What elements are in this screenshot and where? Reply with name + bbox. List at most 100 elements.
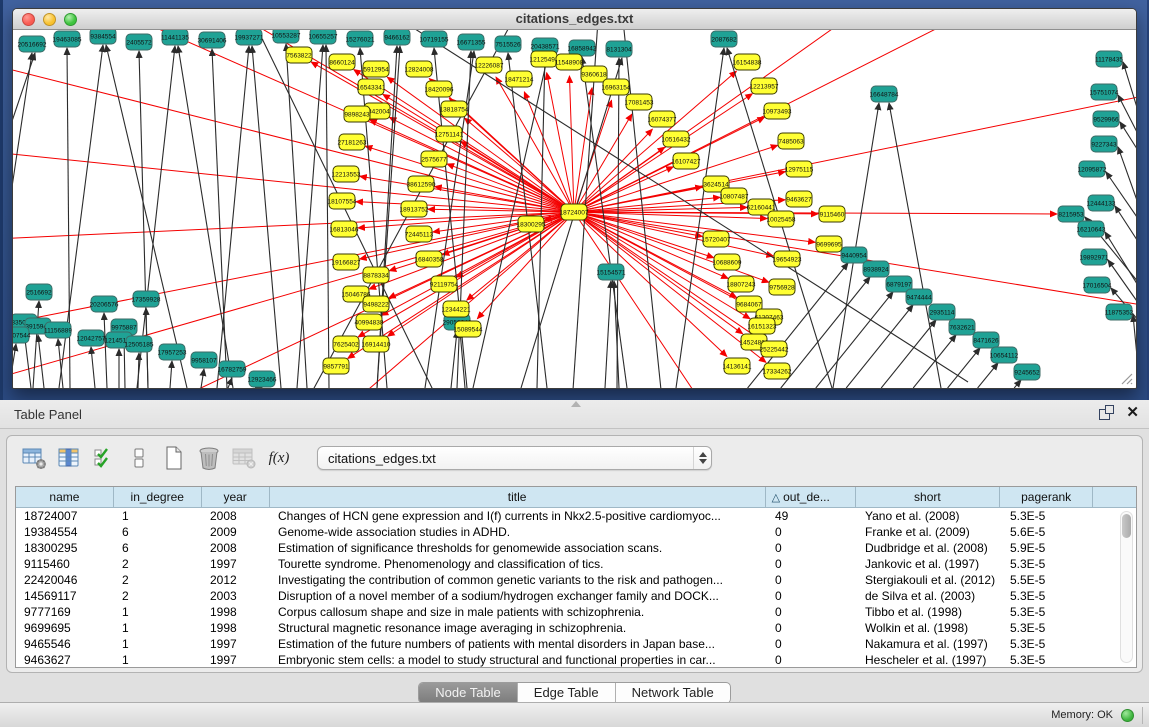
black-citation-edge[interactable] [13,344,16,388]
column-header-year[interactable]: year [202,487,270,507]
black-citation-edge[interactable] [948,348,980,388]
delete-column-icon[interactable] [196,445,222,471]
black-citation-edge[interactable] [1014,380,1021,388]
node-label: 18807243 [727,282,756,289]
panel-drag-handle[interactable] [571,401,581,407]
black-citation-edge[interactable] [617,58,619,388]
tab-edge-table[interactable]: Edge Table [518,683,616,703]
table-row[interactable]: 1872400712008Changes of HCN gene express… [16,508,1136,524]
black-citation-edge[interactable] [201,369,204,388]
table-header-row[interactable]: namein_degreeyeartitle△out_de...shortpag… [16,487,1136,508]
black-citation-edge[interactable] [217,46,249,388]
column-visibility-icon[interactable] [56,445,82,471]
column-header-pagerank[interactable]: pagerank [1000,487,1093,507]
close-panel-icon[interactable]: ✕ [1126,405,1139,420]
red-citation-edge[interactable] [574,167,673,212]
new-column-icon[interactable] [161,445,187,471]
window-title: citations_edges.txt [13,9,1136,29]
node-label: 9975887 [111,325,137,332]
node-label: 19892971 [1080,255,1109,262]
node-label: 12213957 [750,84,779,91]
black-citation-edge[interactable] [881,320,936,388]
column-header-short[interactable]: short [856,487,1001,507]
table-row[interactable]: 946554611997Estimation of the future num… [16,636,1136,652]
black-citation-edge[interactable] [286,44,307,388]
table-selector-dropdown[interactable]: citations_edges.txt [317,446,712,470]
zoom-window-button[interactable] [64,13,77,26]
tab-node-table[interactable]: Node Table [419,683,518,703]
table-cell: 2 [114,556,202,572]
table-cell: 5.3E-5 [1002,604,1095,620]
column-header-out_de[interactable]: △out_de... [766,487,856,507]
black-citation-edge[interactable] [1123,62,1136,114]
node-table[interactable]: namein_degreeyeartitle△out_de...shortpag… [15,486,1137,668]
table-row[interactable]: 969969511998Structural magnetic resonanc… [16,620,1136,636]
black-citation-edge[interactable] [1133,315,1136,377]
black-citation-edge[interactable] [1118,95,1136,136]
scrollbar-thumb[interactable] [1122,514,1131,538]
minimize-window-button[interactable] [43,13,56,26]
table-row[interactable]: 1938455462009Genome-wide association stu… [16,524,1136,540]
node-label: 10654112 [990,353,1019,360]
black-citation-edge[interactable] [170,361,172,388]
black-citation-edge[interactable] [816,292,893,388]
red-citation-edge[interactable] [354,70,574,212]
black-citation-edge[interactable] [978,363,998,388]
row-select-icon[interactable] [91,445,117,471]
black-citation-edge[interactable] [1118,147,1136,206]
table-panel-header[interactable]: Table Panel ✕ [0,400,1149,429]
table-cell: 1997 [202,636,270,652]
black-citation-edge[interactable] [91,347,95,388]
panel-split-icon[interactable] [126,445,152,471]
table-row[interactable]: 977716911998Corpus callosum shape and si… [16,604,1136,620]
node-label: 9529966 [1093,117,1119,124]
table-row[interactable]: 1830029562008Estimation of significance … [16,540,1136,556]
black-citation-edge[interactable] [676,48,724,388]
tab-network-table[interactable]: Network Table [616,683,730,703]
table-row[interactable]: 946362711997Embryonic stem cells: a mode… [16,652,1136,668]
network-view[interactable]: 2051669219463085938455424055721144113530… [13,30,1136,388]
close-window-button[interactable] [22,13,35,26]
black-citation-edge[interactable] [228,378,232,388]
node-label: 12344221 [442,307,471,314]
network-window[interactable]: citations_edges.txt 20516692194630859384… [12,8,1137,389]
black-citation-edge[interactable] [605,281,611,388]
table-body[interactable]: 1872400712008Changes of HCN gene express… [16,508,1136,668]
table-row[interactable]: 2242004622012Investigating the contribut… [16,572,1136,588]
black-citation-edge[interactable] [451,331,457,388]
black-citation-edge[interactable] [614,281,619,388]
column-header-in_degree[interactable]: in_degree [114,487,202,507]
black-citation-edge[interactable] [1108,260,1136,304]
table-row[interactable]: 911546021997Tourette syndrome. Phenomeno… [16,556,1136,572]
table-settings-icon[interactable] [21,445,47,471]
table-row[interactable]: 1456911722003Disruption of a novel membe… [16,588,1136,604]
black-citation-edge[interactable] [252,46,281,388]
black-citation-edge[interactable] [138,353,139,388]
black-citation-edge[interactable] [326,45,329,388]
black-citation-edge[interactable] [913,335,956,388]
table-cell: 18300295 [16,540,114,556]
function-builder-icon[interactable]: f(x) [266,445,292,471]
resize-grip-icon[interactable] [1118,370,1134,386]
node-label: 16543341 [357,85,386,92]
node-label: 10516432 [662,137,691,144]
node-label: 15751074 [1090,90,1119,97]
black-citation-edge[interactable] [104,313,107,388]
table-scrollbar[interactable] [1120,511,1133,663]
citation-network-graph[interactable]: 2051669219463085938455424055721144113530… [13,30,1136,388]
table-panel: Table Panel ✕ [0,400,1149,727]
window-titlebar[interactable]: citations_edges.txt [13,9,1136,30]
node-label: 11441135 [161,35,189,42]
red-citation-edge[interactable] [574,90,1136,212]
black-citation-edge[interactable] [38,335,44,388]
black-citation-edge[interactable] [846,305,913,388]
node-label: 62160441 [747,205,776,212]
node-label: 9360618 [581,72,607,79]
column-header-name[interactable]: name [16,487,114,507]
float-panel-icon[interactable] [1099,405,1114,420]
column-header-title[interactable]: title [270,487,766,507]
node-label: 10025458 [767,217,796,224]
red-citation-edge[interactable] [574,30,993,212]
table-cell: 19384554 [16,524,114,540]
black-citation-edge[interactable] [212,49,227,388]
